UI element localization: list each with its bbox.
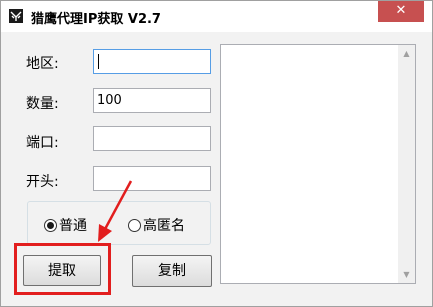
annotation-highlight-box	[14, 243, 111, 295]
close-button[interactable]: ✕	[378, 1, 424, 22]
copy-button[interactable]: 复制	[132, 255, 212, 287]
text-caret	[98, 54, 99, 69]
radio-normal-label: 普通	[59, 218, 87, 234]
scroll-down-icon[interactable]: ▼	[398, 266, 415, 283]
vertical-scrollbar[interactable]: ▲ ▼	[398, 45, 415, 283]
title-bar: 猎鹰代理IP获取 V2.7 ✕	[1, 1, 432, 32]
app-window: 猎鹰代理IP获取 V2.7 ✕ 地区: 数量: 100 端口: 开头: 普通 高…	[0, 0, 433, 307]
radio-checked-icon[interactable]	[44, 218, 57, 232]
radio-high-anonymity-label: 高匿名	[143, 218, 185, 234]
quantity-input[interactable]: 100	[93, 88, 211, 113]
radio-high-anonymity[interactable]: 高匿名	[128, 215, 185, 235]
port-label: 端口:	[26, 135, 59, 151]
app-logo-icon	[9, 9, 23, 23]
quantity-input-value: 100	[97, 93, 122, 108]
scroll-up-icon[interactable]: ▲	[398, 45, 415, 62]
mode-radio-group: 普通 高匿名	[27, 201, 211, 245]
window-title: 猎鹰代理IP获取 V2.7	[31, 12, 161, 27]
prefix-input[interactable]	[93, 166, 211, 191]
close-icon[interactable]: ✕	[396, 3, 407, 18]
prefix-label: 开头:	[26, 174, 59, 190]
radio-normal[interactable]: 普通	[44, 215, 87, 235]
output-textarea[interactable]: ▲ ▼	[220, 44, 416, 284]
radio-unchecked-icon[interactable]	[128, 218, 141, 232]
quantity-label: 数量:	[26, 96, 59, 112]
region-input[interactable]	[93, 49, 211, 74]
region-label: 地区:	[26, 56, 59, 72]
port-input[interactable]	[93, 126, 211, 151]
